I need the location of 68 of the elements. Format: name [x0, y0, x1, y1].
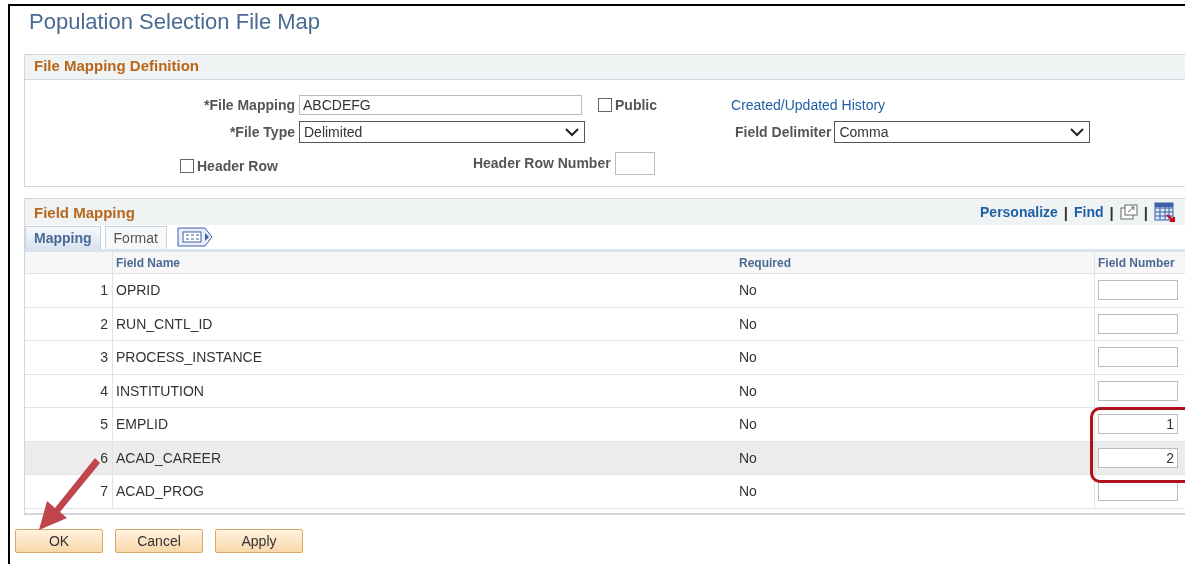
field-number-field[interactable]	[1098, 313, 1178, 334]
table-row[interactable]: 2 RUN_CNTL_ID No	[25, 307, 1185, 341]
public-checkbox[interactable]	[598, 97, 612, 112]
field-number-field[interactable]	[1098, 347, 1178, 368]
table-row[interactable]: 3 PROCESS_INSTANCE No	[25, 341, 1185, 375]
column-header: Field Number	[1098, 255, 1175, 270]
separator: |	[1063, 203, 1069, 221]
file-type-dropdown[interactable]: Delimited	[299, 120, 585, 143]
section-title: Field Mapping	[34, 203, 135, 221]
separator: |	[1109, 203, 1114, 221]
table-cell: PROCESS_INSTANCE	[116, 349, 262, 366]
table-cell: No	[739, 349, 757, 366]
field-label: *File Mapping	[203, 96, 295, 113]
row-number: 7	[100, 483, 108, 500]
table-cell: No	[739, 315, 757, 332]
table-cell: No	[739, 282, 757, 299]
table-row[interactable]: 1 OPRID No	[25, 274, 1185, 308]
field-number-field[interactable]	[1098, 481, 1178, 502]
table-row[interactable]: 4 INSTITUTION No	[25, 374, 1185, 408]
row-number: 2	[100, 315, 108, 332]
field-number-field[interactable]	[1098, 280, 1178, 301]
action-button[interactable]: OK	[15, 529, 103, 553]
table-cell: No	[739, 449, 757, 466]
field-number-field[interactable]: 2	[1098, 447, 1178, 468]
action-button[interactable]: Apply	[215, 529, 303, 553]
table-row[interactable]: 5 EMPLID No 1	[25, 408, 1185, 442]
row-number: 3	[100, 349, 108, 366]
table-cell: ACAD_CAREER	[116, 449, 222, 466]
row-number: 4	[100, 382, 108, 399]
file-mapping-field[interactable]: ABCDEFG	[299, 94, 582, 115]
table-cell: OPRID	[116, 282, 161, 299]
checkbox-label: Header Row	[197, 158, 278, 174]
toolbar-link[interactable]: Find	[1074, 204, 1104, 220]
field-number-field[interactable]	[1098, 380, 1178, 401]
field-label: Header Row Number	[472, 155, 611, 171]
action-button[interactable]: Cancel	[115, 529, 203, 553]
header-row-checkbox[interactable]	[180, 159, 194, 173]
table-cell: No	[739, 416, 757, 433]
table-cell: ACAD_PROG	[116, 483, 204, 500]
new-window-icon[interactable]	[1119, 204, 1138, 220]
chevron-icon[interactable]	[564, 125, 580, 138]
field-label: *File Type	[228, 123, 295, 140]
checkbox-label: Public	[615, 96, 657, 113]
show-all-columns-icon[interactable]	[176, 226, 213, 248]
row-number: 5	[100, 416, 108, 433]
table-cell: No	[739, 382, 757, 399]
field-number-field[interactable]: 1	[1098, 414, 1178, 435]
table-cell: EMPLID	[116, 416, 169, 433]
tab[interactable]: Mapping	[25, 226, 101, 249]
spreadsheet-icon[interactable]	[1154, 202, 1176, 222]
page-title: Population Selection File Map	[28, 8, 322, 36]
table-cell: No	[739, 483, 757, 500]
column-header: Required	[739, 255, 791, 270]
chevron-icon[interactable]	[1069, 125, 1086, 138]
row-number: 1	[100, 282, 108, 299]
section-title: File Mapping Definition	[25, 55, 1185, 80]
table-cell: INSTITUTION	[116, 382, 204, 399]
field-label: Field Delimiter	[735, 123, 832, 140]
table-cell: RUN_CNTL_ID	[116, 315, 213, 332]
separator: |	[1143, 203, 1148, 221]
history-link[interactable]: Created/Updated History	[731, 96, 886, 113]
toolbar-link[interactable]: Personalize	[980, 204, 1058, 220]
tab[interactable]: Format	[104, 226, 167, 249]
table-row[interactable]: 6 ACAD_CAREER No 2	[25, 441, 1185, 475]
header-row-number-field[interactable]	[614, 151, 655, 175]
field-delimiter-dropdown[interactable]: Comma	[834, 120, 1091, 143]
column-header: Field Name	[116, 255, 181, 270]
row-number: 6	[100, 449, 108, 466]
